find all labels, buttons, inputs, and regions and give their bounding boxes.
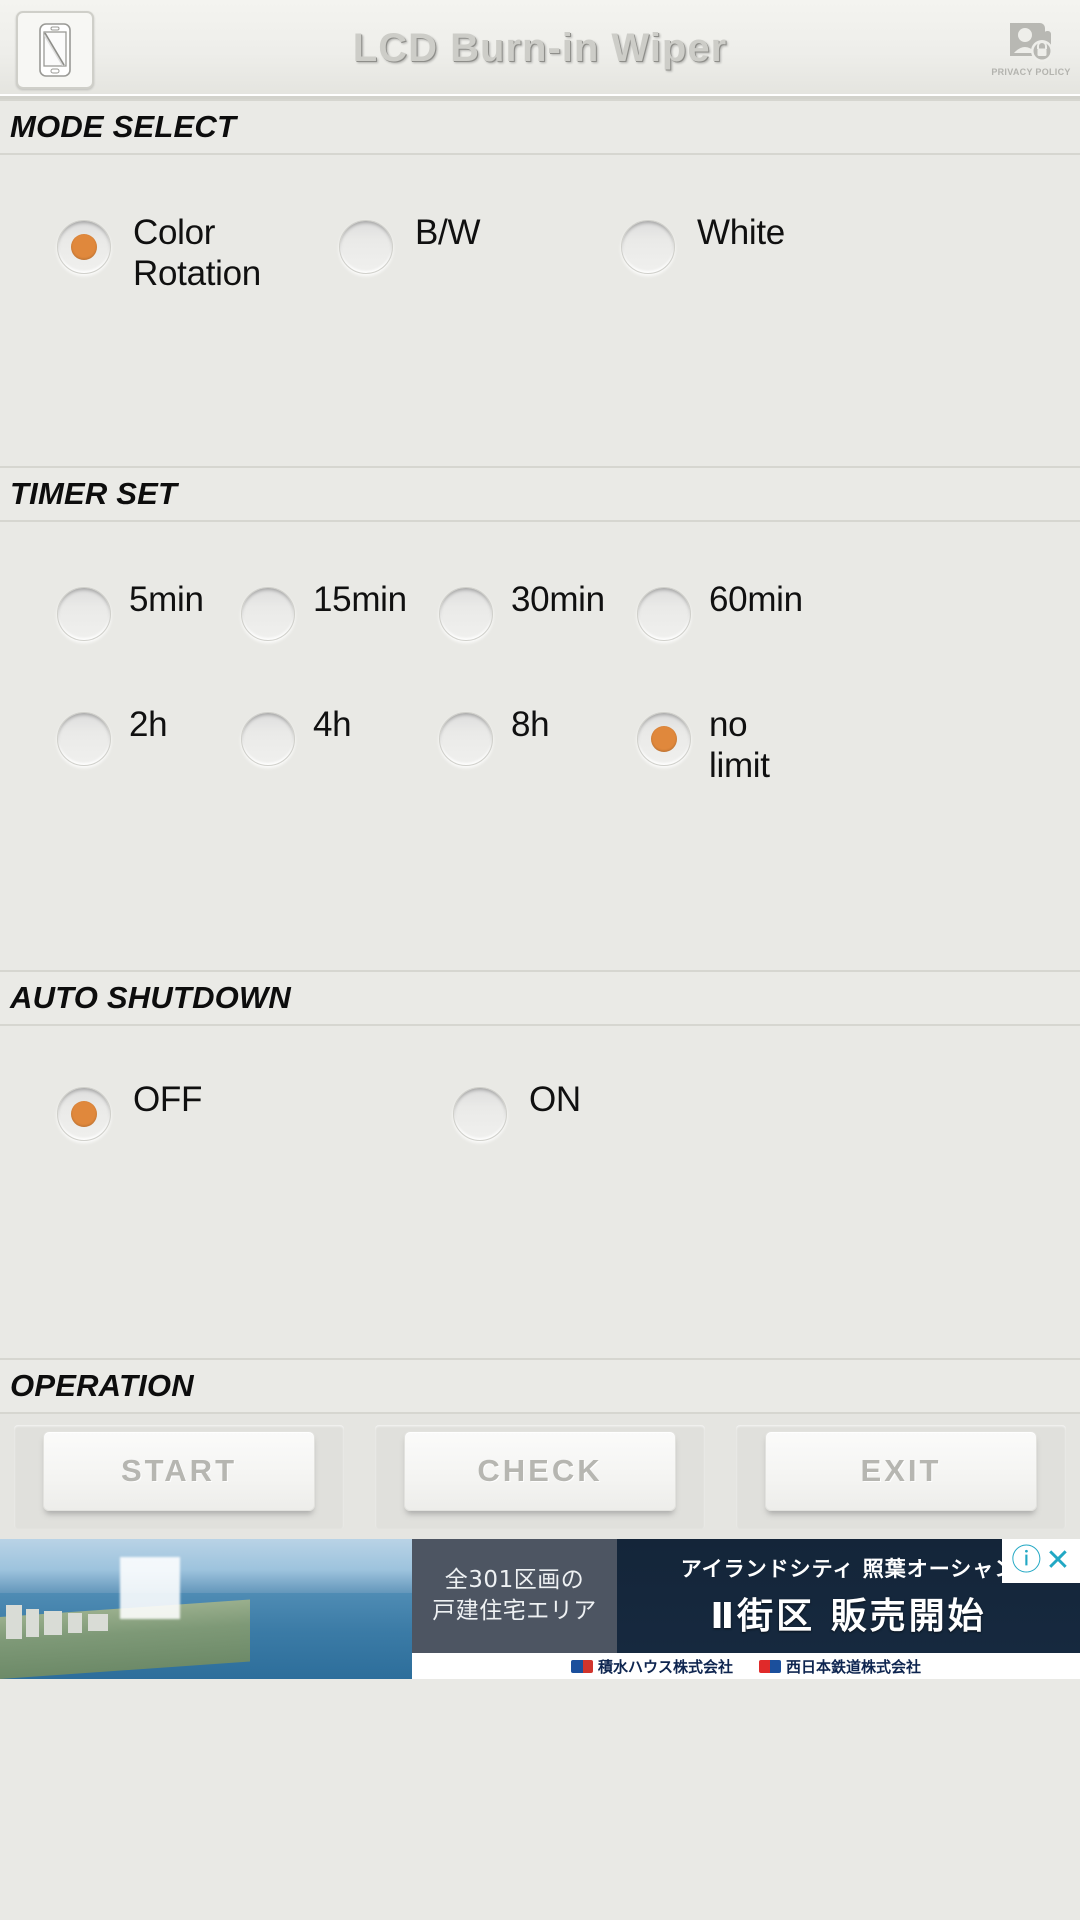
option-label: 8h (511, 705, 550, 744)
ad-photo-building (6, 1605, 22, 1639)
close-icon[interactable]: ✕ (1045, 1546, 1070, 1576)
option-label: B/W (415, 213, 481, 252)
timer-option-no-limit[interactable]: no limit (594, 705, 792, 787)
option-label: no limit (709, 705, 770, 785)
ad-photo (0, 1539, 412, 1679)
timer-option-60min[interactable]: 60min (594, 580, 803, 641)
section-header-mode: MODE SELECT (0, 99, 1080, 155)
page-title: LCD Burn-in Wiper (352, 25, 728, 70)
timer-option-8h[interactable]: 8h (396, 705, 594, 787)
ad-banner[interactable]: 全301区画の 戸建住宅エリア アイランドシティ 照葉オーシャン Ⅱ街区 販売開… (0, 1539, 1080, 1679)
shutdown-options-row: OFF ON (0, 1026, 1080, 1141)
option-label: 5min (129, 580, 204, 619)
ad-logo-sekisui: 積水ハウス株式会社 (570, 1656, 733, 1677)
privacy-policy-label: PRIVACY POLICY (991, 67, 1071, 77)
mode-option-white[interactable]: White (564, 213, 846, 295)
nishitetsu-logo-icon (759, 1659, 781, 1673)
option-label: ON (529, 1080, 581, 1119)
ad-mid-line2: 戸建住宅エリア (432, 1598, 597, 1624)
exit-button[interactable]: EXIT (765, 1430, 1037, 1511)
section-body-timer: 5min 15min 30min 60min 2h 4h 8h no limit (0, 522, 1080, 970)
timer-option-5min[interactable]: 5min (0, 580, 204, 641)
ad-logo-label: 西日本鉄道株式会社 (786, 1657, 922, 1676)
option-label: 60min (709, 580, 803, 619)
section-title-shutdown: AUTO SHUTDOWN (10, 980, 292, 1015)
ad-right-line1: アイランドシティ 照葉オーシャン (680, 1557, 1017, 1581)
option-label: 30min (511, 580, 605, 619)
info-icon[interactable]: ⓘ (1011, 1546, 1041, 1576)
shutdown-option-off[interactable]: OFF (0, 1080, 396, 1141)
check-button-wrap: CHECK (375, 1424, 705, 1529)
operation-buttons-row: START CHECK EXIT (0, 1414, 1080, 1539)
radio-icon[interactable] (453, 1087, 507, 1141)
ad-mid-line1: 全301区画の (444, 1566, 585, 1593)
radio-icon[interactable] (637, 587, 691, 641)
radio-icon[interactable] (621, 220, 675, 274)
section-body-shutdown: OFF ON (0, 1026, 1080, 1358)
ad-right-line2: Ⅱ街区 販売開始 (710, 1596, 987, 1637)
timer-options-row-2: 2h 4h 8h no limit (0, 641, 1080, 787)
radio-icon[interactable] (57, 712, 111, 766)
radio-icon[interactable] (339, 220, 393, 274)
check-button[interactable]: CHECK (404, 1430, 676, 1511)
ad-photo-building (68, 1613, 82, 1633)
section-title-mode: MODE SELECT (10, 109, 237, 144)
ad-logo-nishitetsu: 西日本鉄道株式会社 (759, 1656, 921, 1677)
section-header-operation: OPERATION (0, 1358, 1080, 1414)
radio-icon[interactable] (439, 712, 493, 766)
phone-wiper-icon (33, 22, 77, 78)
timer-option-2h[interactable]: 2h (0, 705, 198, 787)
section-title-operation: OPERATION (10, 1368, 194, 1403)
exit-button-wrap: EXIT (736, 1424, 1066, 1529)
sekisui-logo-icon (570, 1659, 593, 1673)
ad-mid-text: 全301区画の 戸建住宅エリア (412, 1539, 617, 1653)
option-label: 15min (313, 580, 407, 619)
ad-photo-highlight (120, 1557, 180, 1619)
app-icon-button[interactable] (16, 11, 94, 89)
section-title-timer: TIMER SET (10, 476, 178, 511)
ad-controls: ⓘ ✕ (1002, 1539, 1080, 1583)
option-label: 4h (313, 705, 352, 744)
radio-icon[interactable] (57, 587, 111, 641)
privacy-lock-icon (1006, 19, 1056, 65)
app-root: LCD Burn-in Wiper PRIVACY POLICY MODE SE… (0, 0, 1080, 1920)
mode-option-bw[interactable]: B/W (282, 213, 564, 295)
mode-options-row: Color Rotation B/W White (0, 155, 1080, 295)
start-button[interactable]: START (43, 1430, 315, 1511)
option-label: Color Rotation (133, 213, 261, 293)
radio-icon[interactable] (439, 587, 493, 641)
timer-options-row-1: 5min 15min 30min 60min (0, 522, 1080, 641)
privacy-policy-button[interactable]: PRIVACY POLICY (991, 12, 1071, 84)
ad-photo-building (44, 1611, 62, 1635)
ad-photo-building (88, 1614, 108, 1631)
title-bar: LCD Burn-in Wiper PRIVACY POLICY (0, 0, 1080, 99)
option-label: 2h (129, 705, 168, 744)
radio-icon[interactable] (57, 220, 111, 274)
section-header-timer: TIMER SET (0, 466, 1080, 522)
radio-icon[interactable] (241, 587, 295, 641)
option-label: OFF (133, 1080, 203, 1119)
timer-option-4h[interactable]: 4h (198, 705, 396, 787)
mode-option-color-rotation[interactable]: Color Rotation (0, 213, 282, 295)
section-header-shutdown: AUTO SHUTDOWN (0, 970, 1080, 1026)
radio-icon[interactable] (57, 1087, 111, 1141)
ad-logos: 積水ハウス株式会社 西日本鉄道株式会社 (412, 1653, 1080, 1679)
section-body-mode: Color Rotation B/W White (0, 155, 1080, 466)
shutdown-option-on[interactable]: ON (396, 1080, 792, 1141)
timer-option-15min[interactable]: 15min (198, 580, 407, 641)
ad-photo-building (26, 1609, 39, 1637)
timer-option-30min[interactable]: 30min (396, 580, 605, 641)
radio-icon[interactable] (637, 712, 691, 766)
start-button-wrap: START (14, 1424, 344, 1529)
radio-icon[interactable] (241, 712, 295, 766)
ad-logo-label: 積水ハウス株式会社 (597, 1657, 733, 1676)
option-label: White (697, 213, 785, 252)
